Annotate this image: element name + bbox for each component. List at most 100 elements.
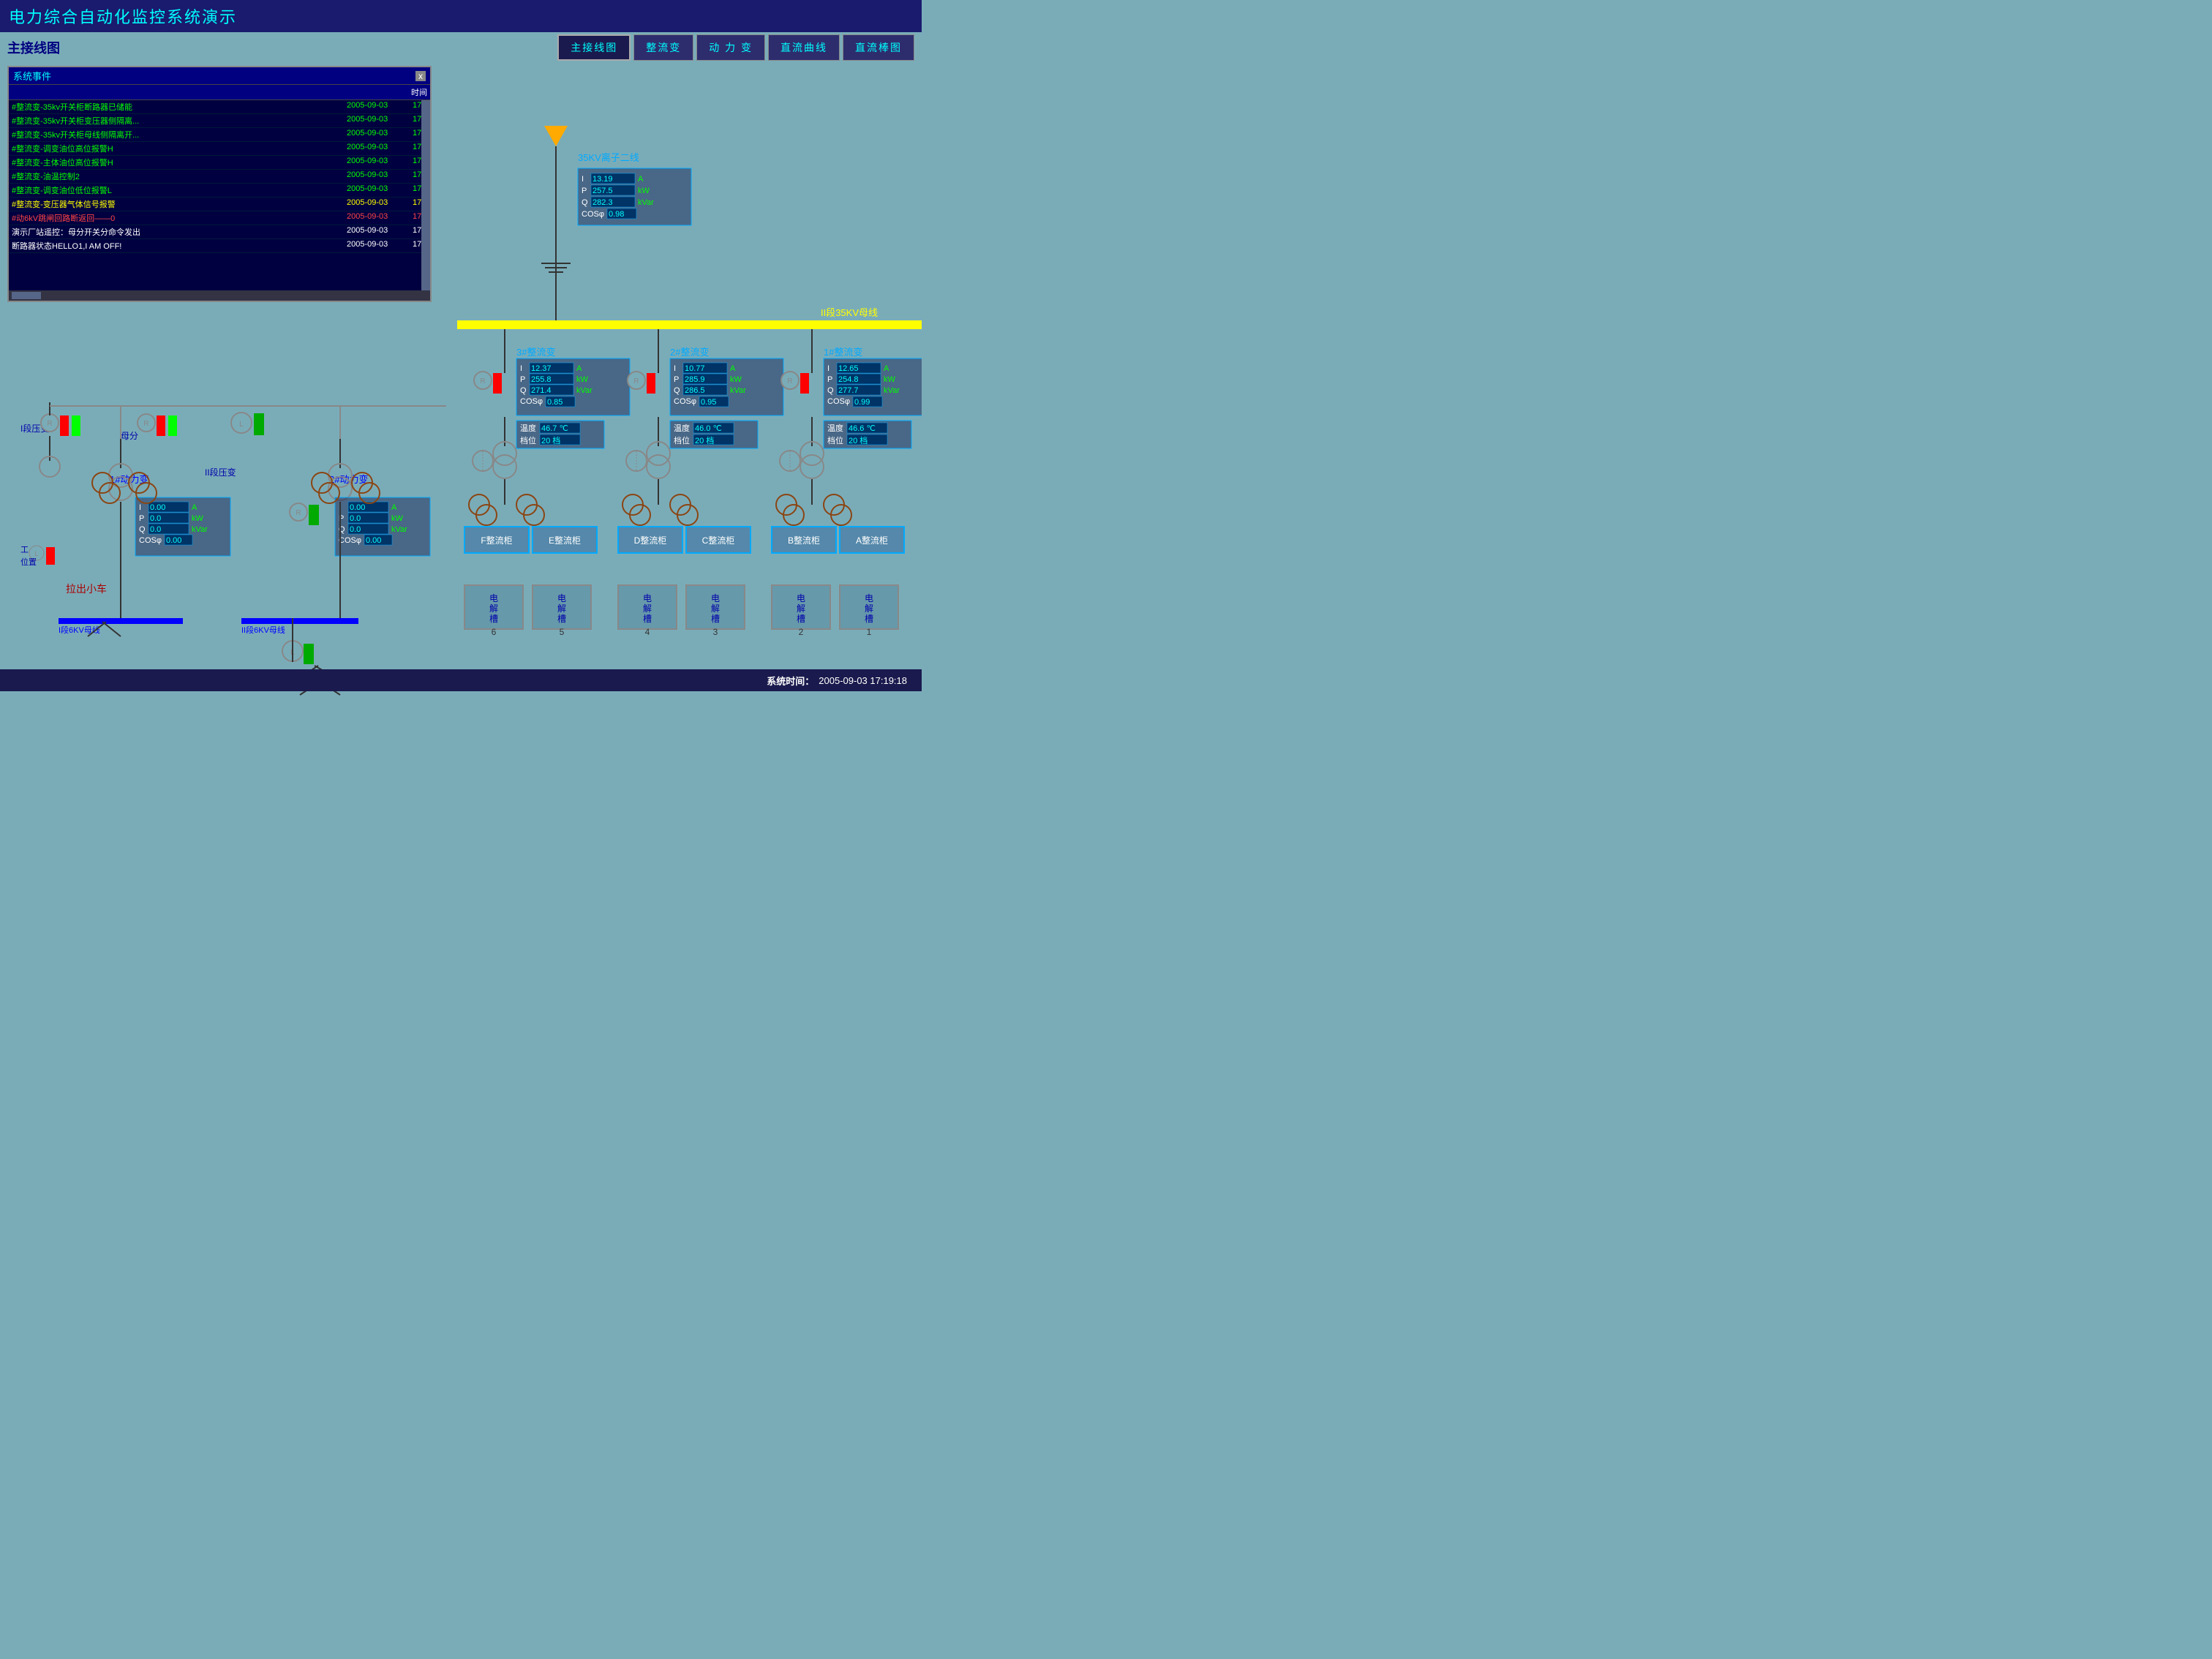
svg-text:电: 电 bbox=[557, 593, 566, 603]
svg-text:0.0: 0.0 bbox=[150, 514, 161, 523]
svg-text:46.7 ℃: 46.7 ℃ bbox=[541, 424, 568, 433]
event-window-title: 系统事件 bbox=[13, 69, 51, 83]
svg-text:电: 电 bbox=[865, 593, 873, 603]
svg-text:0.85: 0.85 bbox=[547, 398, 563, 407]
event-close-button[interactable]: x bbox=[415, 71, 426, 81]
svg-text:20 档: 20 档 bbox=[695, 435, 714, 445]
svg-text:12.37: 12.37 bbox=[531, 364, 552, 373]
system-time-label: 系统时间： bbox=[767, 674, 814, 688]
svg-text:工: 工 bbox=[20, 546, 29, 554]
svg-text:1: 1 bbox=[867, 627, 872, 637]
list-item: #整流变-35kv开关柜断路器已储能 2005-09-03 17 bbox=[9, 100, 430, 114]
svg-text:A: A bbox=[884, 364, 889, 373]
status-bar: 系统时间： 2005-09-03 17:19:18 bbox=[0, 669, 922, 691]
list-item: #整流变-变压器气体信号报警 2005-09-03 17 bbox=[9, 198, 430, 211]
svg-text:0.0: 0.0 bbox=[350, 525, 361, 534]
list-item: #整流变-调变油位高位报警H 2005-09-03 17 bbox=[9, 142, 430, 156]
svg-text:R: R bbox=[296, 509, 301, 517]
svg-text:母分: 母分 bbox=[121, 431, 138, 441]
svg-text:COSφ: COSφ bbox=[520, 397, 543, 406]
list-item: 演示厂站遥控：母分开关分命令发出 2005-09-03 17 bbox=[9, 225, 430, 239]
svg-text:277.7: 277.7 bbox=[838, 386, 859, 395]
svg-text:kVar: kVar bbox=[576, 386, 592, 395]
svg-text:P: P bbox=[827, 375, 832, 384]
list-item: #整流变-35kv开关柜变压器侧隔离... 2005-09-03 17 bbox=[9, 114, 430, 128]
svg-text:槽: 槽 bbox=[557, 614, 566, 624]
svg-text:4: 4 bbox=[645, 627, 650, 637]
svg-text:I: I bbox=[520, 364, 522, 373]
nav-btn-dongli[interactable]: 动 力 变 bbox=[696, 34, 765, 61]
svg-text:档位: 档位 bbox=[827, 435, 843, 445]
svg-text:5: 5 bbox=[560, 627, 565, 637]
svg-text:R: R bbox=[143, 420, 148, 428]
svg-text:R: R bbox=[787, 377, 792, 385]
svg-text:kVar: kVar bbox=[391, 525, 407, 534]
event-col-time: 时间 bbox=[411, 86, 427, 98]
svg-text:槽: 槽 bbox=[489, 614, 498, 624]
svg-text:A: A bbox=[192, 503, 198, 512]
list-item: #动6kV跳闸回路断返回——0 2005-09-03 17 bbox=[9, 211, 430, 225]
svg-text:0.00: 0.00 bbox=[350, 503, 365, 512]
svg-text:255.8: 255.8 bbox=[531, 375, 552, 384]
nav-btn-zhiliuquxian[interactable]: 直流曲线 bbox=[768, 34, 840, 61]
svg-text:解: 解 bbox=[711, 603, 720, 614]
system-time-value: 2005-09-03 17:19:18 bbox=[819, 675, 907, 686]
svg-text:46.6 ℃: 46.6 ℃ bbox=[849, 424, 876, 433]
svg-text:kVar: kVar bbox=[192, 525, 208, 534]
svg-text:COSφ: COSφ bbox=[582, 210, 604, 219]
svg-text:L: L bbox=[239, 420, 244, 429]
svg-text:12.65: 12.65 bbox=[838, 364, 859, 373]
svg-text:A: A bbox=[576, 364, 582, 373]
nav-btn-zhengliu[interactable]: 整流变 bbox=[633, 34, 693, 61]
svg-text:46.0 ℃: 46.0 ℃ bbox=[695, 424, 722, 433]
svg-text:解: 解 bbox=[643, 603, 652, 614]
svg-text:温度: 温度 bbox=[674, 423, 690, 433]
svg-text:位置: 位置 bbox=[20, 557, 37, 567]
svg-text:R: R bbox=[633, 377, 639, 385]
svg-text:254.8: 254.8 bbox=[838, 375, 859, 384]
svg-text:解: 解 bbox=[865, 603, 873, 614]
svg-text:解: 解 bbox=[797, 603, 805, 614]
nav-btn-zhujiexiantu[interactable]: 主接线图 bbox=[557, 34, 631, 61]
svg-text:Q: Q bbox=[827, 386, 834, 395]
svg-text:0.00: 0.00 bbox=[166, 536, 181, 545]
list-item: #整流变-35kv开关柜母线侧隔离开... 2005-09-03 17 bbox=[9, 128, 430, 142]
svg-text:II段35KV母线: II段35KV母线 bbox=[821, 307, 878, 318]
header-title: 电力综合自动化监控系统演示 bbox=[0, 0, 922, 32]
svg-text:温度: 温度 bbox=[827, 423, 843, 433]
svg-text:3: 3 bbox=[713, 627, 718, 637]
list-item: #整流变-油温控制2 2005-09-03 17 bbox=[9, 170, 430, 184]
svg-text:I: I bbox=[582, 175, 584, 184]
svg-text:35KV离子二线: 35KV离子二线 bbox=[578, 152, 639, 163]
svg-text:R: R bbox=[47, 420, 52, 428]
svg-text:槽: 槽 bbox=[797, 614, 805, 624]
svg-text:COSφ: COSφ bbox=[674, 397, 696, 406]
svg-text:解: 解 bbox=[557, 603, 566, 614]
svg-text:拉出小车: 拉出小车 bbox=[66, 583, 107, 595]
list-item: 断路器状态HELLO1,I AM OFF! 2005-09-03 17 bbox=[9, 239, 430, 253]
svg-text:温度: 温度 bbox=[520, 423, 536, 433]
svg-text:A: A bbox=[730, 364, 736, 373]
svg-text:kW: kW bbox=[638, 187, 650, 195]
svg-text:I: I bbox=[139, 503, 141, 512]
list-item: #整流变-调变油位低位报警L 2005-09-03 17 bbox=[9, 184, 430, 198]
svg-text:P: P bbox=[582, 187, 587, 195]
svg-text:C整流柜: C整流柜 bbox=[702, 535, 735, 546]
svg-text:Q: Q bbox=[582, 198, 588, 207]
svg-text:kW: kW bbox=[192, 514, 204, 523]
event-window: 系统事件 x 时间 #整流变-35kv开关柜断路器已储能 2005-09-03 … bbox=[7, 66, 432, 302]
svg-text:0.99: 0.99 bbox=[854, 398, 870, 407]
svg-text:电: 电 bbox=[797, 593, 805, 603]
svg-text:20 档: 20 档 bbox=[849, 435, 868, 445]
nav-btn-zhiliubangtu[interactable]: 直流棒图 bbox=[843, 34, 914, 61]
svg-text:II段6KV母线: II段6KV母线 bbox=[241, 625, 285, 635]
svg-text:槽: 槽 bbox=[643, 614, 652, 624]
svg-text:kW: kW bbox=[730, 375, 742, 384]
svg-text:0.00: 0.00 bbox=[150, 503, 165, 512]
svg-text:B整流柜: B整流柜 bbox=[788, 535, 820, 546]
svg-text:电: 电 bbox=[711, 593, 720, 603]
svg-text:kVar: kVar bbox=[638, 198, 654, 207]
svg-text:286.5: 286.5 bbox=[685, 386, 705, 395]
svg-text:20 档: 20 档 bbox=[541, 435, 560, 445]
svg-text:I: I bbox=[674, 364, 676, 373]
